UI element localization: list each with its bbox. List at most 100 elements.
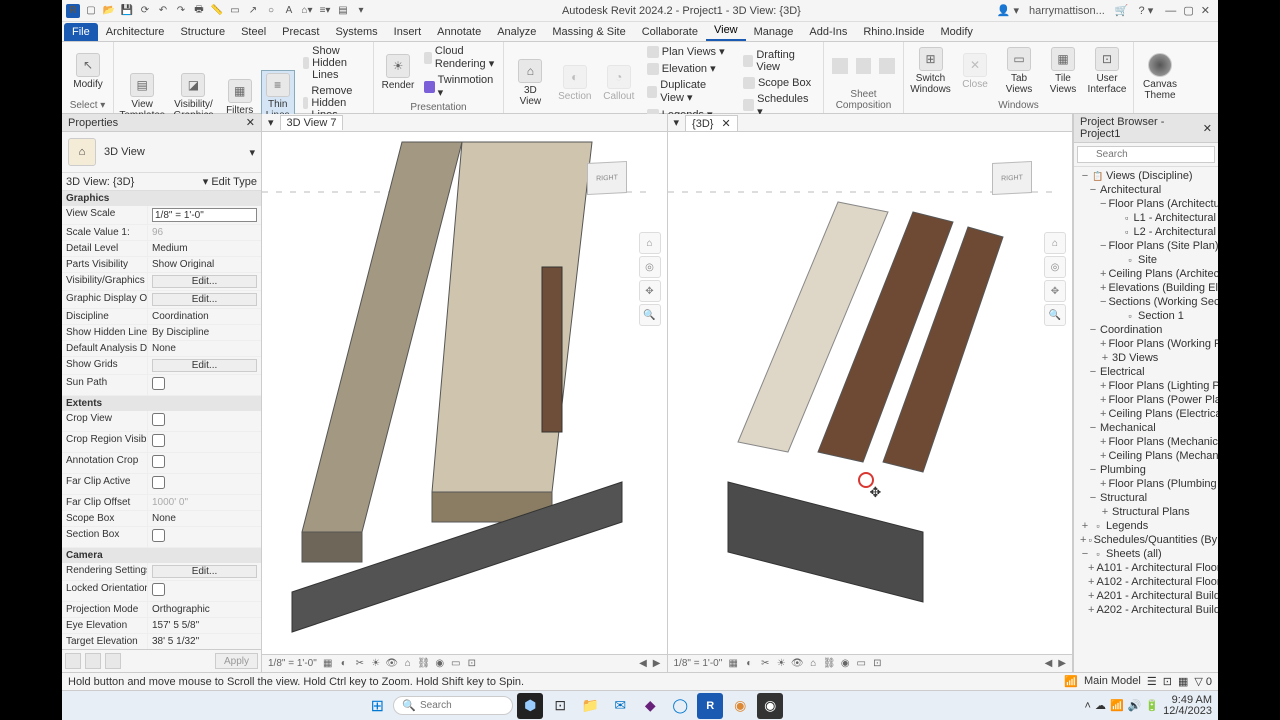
- qat-save-icon[interactable]: 💾: [120, 4, 134, 18]
- tab-close-icon[interactable]: ✕: [721, 118, 730, 130]
- callout-button[interactable]: ◔Callout: [599, 63, 639, 104]
- vb-icon[interactable]: ◉: [838, 657, 852, 671]
- tree-node[interactable]: +A101 - Architectural Floor I: [1076, 561, 1216, 575]
- status-icon[interactable]: ▦: [1178, 675, 1188, 688]
- task-view-icon[interactable]: ⊡: [547, 693, 573, 719]
- user-interface-button[interactable]: ⊡User Interface: [1087, 45, 1127, 97]
- edit-type-button[interactable]: Edit Type: [211, 176, 257, 188]
- browser-close-icon[interactable]: ✕: [1203, 122, 1212, 135]
- view-options-icon[interactable]: ▾: [674, 116, 680, 129]
- tab-view[interactable]: View: [706, 21, 746, 41]
- canvas-theme-button[interactable]: Canvas Theme: [1140, 51, 1180, 103]
- revit-logo-icon[interactable]: R: [66, 4, 80, 18]
- qat-open-icon[interactable]: 📂: [102, 4, 116, 18]
- tree-node[interactable]: −📋Views (Discipline): [1076, 169, 1216, 183]
- qat-print-icon[interactable]: 🖶: [192, 4, 206, 18]
- tree-expand-icon[interactable]: +: [1100, 282, 1106, 294]
- prop-checkbox[interactable]: [152, 377, 165, 390]
- tray-wifi-icon[interactable]: 📶: [1110, 699, 1124, 712]
- prop-edit-button[interactable]: Edit...: [152, 293, 257, 306]
- vb-icon[interactable]: ◐: [337, 657, 351, 671]
- qat-sync-icon[interactable]: ⟳: [138, 4, 152, 18]
- vb-icon[interactable]: ⊡: [465, 657, 479, 671]
- tree-expand-icon[interactable]: +: [1100, 506, 1110, 518]
- close-button[interactable]: ✕: [1199, 5, 1212, 17]
- qat-align-icon[interactable]: ▭: [228, 4, 242, 18]
- tree-node[interactable]: +Structural Plans: [1076, 505, 1216, 519]
- apply-button[interactable]: Apply: [215, 653, 258, 669]
- vb-icon[interactable]: ⛓: [417, 657, 431, 671]
- tree-node[interactable]: ▫Section 1: [1076, 309, 1216, 323]
- vb-icon[interactable]: ☀: [774, 657, 788, 671]
- tab-views-button[interactable]: ▭Tab Views: [999, 45, 1039, 97]
- prop-edit-button[interactable]: Edit...: [152, 275, 257, 288]
- edge-icon[interactable]: ◯: [667, 693, 693, 719]
- tree-node[interactable]: −Coordination: [1076, 323, 1216, 337]
- vb-icon[interactable]: ▭: [449, 657, 463, 671]
- vb-icon[interactable]: ▦: [726, 657, 740, 671]
- vb-icon[interactable]: ◉: [433, 657, 447, 671]
- nav-home-icon[interactable]: ⌂: [639, 232, 661, 254]
- tree-node[interactable]: −Electrical: [1076, 365, 1216, 379]
- nav-zoom-icon[interactable]: 🔍: [1044, 304, 1066, 326]
- taskbar-search[interactable]: 🔍: [393, 696, 513, 715]
- sheet-icon-2[interactable]: [856, 58, 872, 74]
- tab-rhino-inside[interactable]: Rhino.Inside: [855, 23, 932, 41]
- render-button[interactable]: ☀Render: [380, 52, 416, 93]
- tab-architecture[interactable]: Architecture: [98, 23, 173, 41]
- scale-label-right[interactable]: 1/8" = 1'-0": [672, 658, 725, 669]
- tree-expand-icon[interactable]: +: [1088, 604, 1094, 616]
- tree-expand-icon[interactable]: +: [1080, 534, 1086, 546]
- tab-manage[interactable]: Manage: [746, 23, 802, 41]
- tree-node[interactable]: +Floor Plans (Working Pl: [1076, 337, 1216, 351]
- explorer-icon[interactable]: 📁: [577, 693, 603, 719]
- vb-icon[interactable]: ◐: [742, 657, 756, 671]
- prop-edit-button[interactable]: Edit...: [152, 359, 257, 372]
- tree-expand-icon[interactable]: −: [1080, 170, 1090, 182]
- modify-button[interactable]: ↖Modify: [68, 51, 108, 92]
- tree-node[interactable]: +Ceiling Plans (Electrical: [1076, 407, 1216, 421]
- tree-expand-icon[interactable]: −: [1088, 422, 1098, 434]
- nav-zoom-icon[interactable]: 🔍: [639, 304, 661, 326]
- main-model-label[interactable]: Main Model: [1084, 675, 1141, 688]
- tree-node[interactable]: −Architectural: [1076, 183, 1216, 197]
- maximize-button[interactable]: ▢: [1181, 5, 1195, 17]
- tree-node[interactable]: ▫L1 - Architectural: [1076, 211, 1216, 225]
- tree-node[interactable]: +3D Views: [1076, 351, 1216, 365]
- status-icon[interactable]: ⊡: [1163, 675, 1172, 688]
- tree-node[interactable]: −Floor Plans (Site Plan): [1076, 239, 1216, 253]
- instance-label[interactable]: 3D View: {3D}: [66, 176, 134, 188]
- prop-edit-button[interactable]: Edit...: [152, 565, 257, 578]
- tree-expand-icon[interactable]: −: [1088, 184, 1098, 196]
- view-tab-left[interactable]: 3D View 7: [280, 115, 344, 130]
- tree-node[interactable]: −Structural: [1076, 491, 1216, 505]
- vb-icon[interactable]: 👁: [790, 657, 804, 671]
- tree-expand-icon[interactable]: +: [1100, 352, 1110, 364]
- tab-structure[interactable]: Structure: [172, 23, 233, 41]
- tab-steel[interactable]: Steel: [233, 23, 274, 41]
- help-icon[interactable]: ? ▾: [1137, 4, 1156, 17]
- tree-node[interactable]: ▫L2 - Architectural: [1076, 225, 1216, 239]
- vb-icon[interactable]: ☀: [369, 657, 383, 671]
- vb-icon[interactable]: ✂: [353, 657, 367, 671]
- tree-node[interactable]: −Mechanical: [1076, 421, 1216, 435]
- qat-pin-icon[interactable]: ↗: [246, 4, 260, 18]
- vb-icon[interactable]: ✂: [758, 657, 772, 671]
- vb-icon[interactable]: ⊡: [870, 657, 884, 671]
- prop-tool-3[interactable]: [105, 653, 121, 669]
- section-button[interactable]: ◐Section: [555, 63, 595, 104]
- copilot-icon[interactable]: ⬢: [517, 693, 543, 719]
- nav-pan-icon[interactable]: ✥: [1044, 280, 1066, 302]
- tile-views-button[interactable]: ▦Tile Views: [1043, 45, 1083, 97]
- prop-tool-2[interactable]: [85, 653, 101, 669]
- vb-icon[interactable]: ⛓: [822, 657, 836, 671]
- tree-node[interactable]: +A102 - Architectural Floor I: [1076, 575, 1216, 589]
- prop-checkbox[interactable]: [152, 455, 165, 468]
- tree-node[interactable]: +Floor Plans (Power Plan): [1076, 393, 1216, 407]
- plan-views-button[interactable]: Plan Views ▾: [643, 44, 735, 59]
- viewport-left[interactable]: RIGHT ⌂ ◎ ✥ 🔍: [262, 132, 667, 654]
- show-hidden-lines-button[interactable]: Show Hidden Lines: [299, 44, 367, 82]
- qat-home-icon[interactable]: ⌂▾: [300, 4, 314, 18]
- nav-home-icon[interactable]: ⌂: [1044, 232, 1066, 254]
- tree-expand-icon[interactable]: +: [1100, 394, 1106, 406]
